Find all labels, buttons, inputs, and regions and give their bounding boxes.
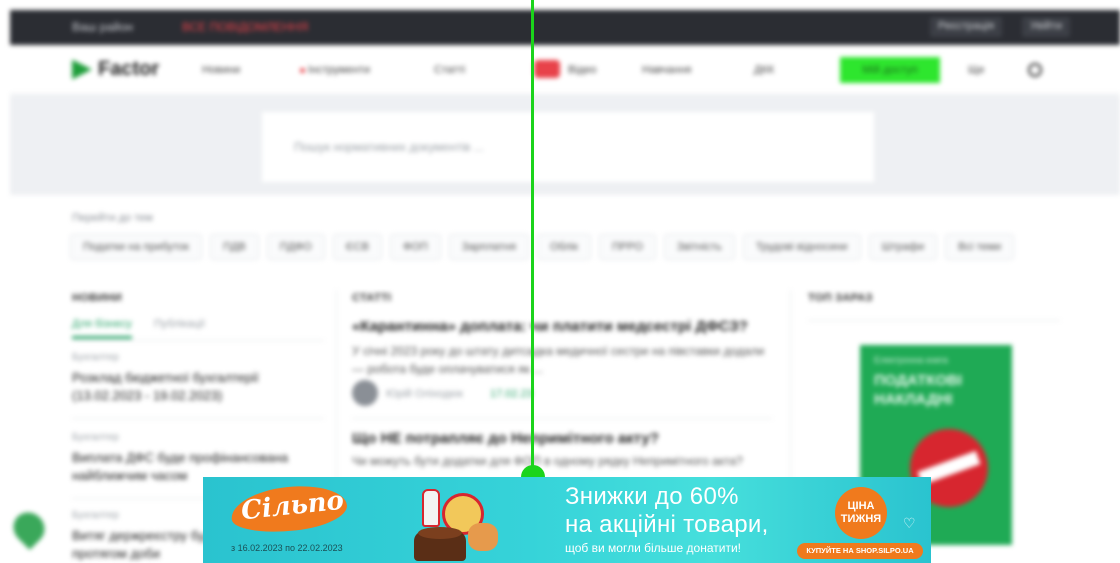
main-nav: Factor Новини Інструменти Статті Відео Н…: [10, 48, 1120, 94]
tag-chip[interactable]: ПРРО: [599, 234, 656, 260]
bottle-icon: [422, 489, 440, 527]
tag-chip[interactable]: Всі теми: [945, 234, 1015, 260]
tab-business[interactable]: Для бізнесу: [72, 318, 132, 339]
article-excerpt: Чи можуть бути додатки для ФОП в одному …: [352, 454, 743, 468]
search-icon[interactable]: [1028, 63, 1042, 77]
region-selector[interactable]: Ваш район: [72, 20, 133, 34]
tag-row: Податки на прибуток ПДВ ПДФО ЄСВ ФОП Зар…: [70, 234, 1015, 260]
access-button[interactable]: Мій доступ: [840, 57, 940, 83]
alert-link[interactable]: ВСЕ ПОВІДОМЛЕННЯ: [182, 20, 308, 34]
logo-icon: [72, 59, 92, 80]
badge-line-1: ЦІНА: [847, 500, 875, 512]
ad-subline: щоб ви могли більше донатити!: [565, 541, 741, 555]
ad-banner[interactable]: Сільпо з 16.02.2023 по 22.02.2023 Знижки…: [203, 477, 931, 563]
article-title[interactable]: Що НЕ потрапляє до Непримітного акту?: [352, 430, 772, 447]
ebook-title: ПОДАТКОВІ НАКЛАДНІ: [874, 372, 963, 408]
articles-column-title: СТАТТІ: [352, 292, 392, 304]
news-category: Бухгалтер: [72, 352, 119, 363]
tag-chip[interactable]: ЄСВ: [332, 234, 382, 260]
ad-headline-2: на акційні товари,: [565, 511, 769, 538]
article-author[interactable]: Юрій Оліходюк: [386, 388, 463, 400]
news-column-title: НОВИНИ: [72, 292, 123, 304]
video-icon: [534, 60, 560, 78]
divider: [352, 418, 772, 419]
heart-icon: ♡: [903, 515, 916, 531]
nav-item-news[interactable]: Новини: [202, 64, 240, 76]
register-button[interactable]: Реєстрація: [930, 17, 1003, 37]
article-date: 17.02.23: [490, 388, 533, 400]
login-button[interactable]: Увійти: [1022, 17, 1070, 37]
news-title[interactable]: Розклад бюджетної бухгалтерії (13.02.202…: [72, 369, 324, 405]
badge-line-2: ТИЖНЯ: [840, 513, 882, 525]
ebook-label: Електронна книга: [874, 355, 948, 365]
cake-top: [418, 527, 462, 539]
search-input[interactable]: Пошук нормативних документів ...: [262, 112, 874, 182]
news-category: Бухгалтер: [72, 432, 119, 443]
article-title[interactable]: «Карантинна» доплата: чи платити медсест…: [352, 318, 772, 335]
location-pin-icon[interactable]: [7, 506, 51, 550]
ad-headline: Знижки до 60%: [565, 483, 739, 510]
site-logo[interactable]: Factor: [72, 58, 159, 81]
tag-chip[interactable]: Зарплатня: [448, 234, 529, 260]
avatar: [352, 380, 378, 406]
news-tabs: Для бізнесу Публікації: [72, 318, 205, 339]
divider: [72, 340, 324, 341]
viewport: Ваш район ВСЕ ПОВІДОМЛЕННЯ Реєстрація Ув…: [0, 0, 1120, 563]
products-image: [408, 483, 500, 561]
tag-chip[interactable]: ФОП: [389, 234, 441, 260]
promo-dates: з 16.02.2023 по 22.02.2023: [231, 543, 343, 553]
tag-chip[interactable]: Звітність: [663, 234, 735, 260]
nav-new-dot-icon: [300, 68, 305, 73]
nav-item-more[interactable]: Ще: [968, 64, 984, 76]
top-bar: Ваш район ВСЕ ПОВІДОМЛЕННЯ Реєстрація Ув…: [10, 10, 1120, 45]
tags-hint: Перейти до тем: [72, 212, 153, 224]
list-item[interactable]: Бухгалтер Розклад бюджетної бухгалтерії …: [72, 352, 324, 405]
price-of-week-badge: ЦІНА ТИЖНЯ: [835, 487, 887, 539]
top-column-title: ТОП ЗАРАЗ: [808, 292, 873, 304]
tab-publications[interactable]: Публікації: [154, 318, 205, 339]
tag-chip[interactable]: Штрафи: [868, 234, 938, 260]
logo-text: Factor: [98, 58, 160, 80]
tag-chip[interactable]: Податки на прибуток: [70, 234, 202, 260]
divider: [808, 320, 1060, 321]
search-placeholder: Пошук нормативних документів ...: [294, 140, 484, 154]
nav-item-video[interactable]: Відео: [568, 64, 596, 76]
shop-cta-button[interactable]: КУПУЙТЕ НА SHOP.SILPO.UA: [797, 543, 923, 559]
cursor-trail: [531, 0, 534, 478]
nav-item-dkk[interactable]: ДКК: [754, 64, 774, 76]
nav-item-learning[interactable]: Навчання: [642, 64, 691, 76]
tag-chip[interactable]: ПДФО: [266, 234, 325, 260]
nav-item-articles[interactable]: Статті: [434, 64, 465, 76]
tag-chip[interactable]: Трудові відносини: [742, 234, 861, 260]
article-excerpt: У січні 2023 року до штату дитсадка меди…: [352, 344, 765, 376]
bread-icon: [468, 523, 498, 551]
tag-chip[interactable]: ПДВ: [210, 234, 259, 260]
divider: [72, 418, 324, 419]
tag-chip[interactable]: Облік: [536, 234, 592, 260]
nav-item-tools[interactable]: Інструменти: [308, 64, 370, 76]
